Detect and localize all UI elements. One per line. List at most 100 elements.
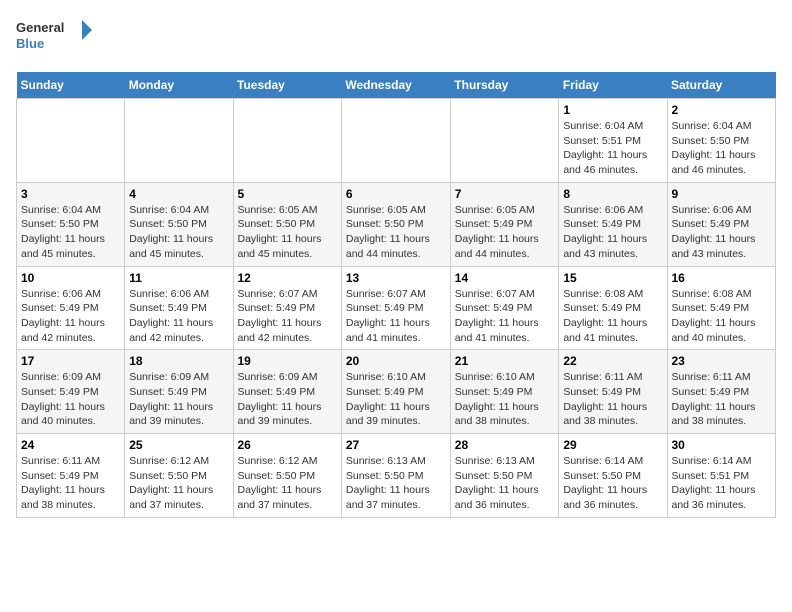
page-header: General Blue <box>16 16 776 60</box>
day-number: 25 <box>129 438 228 452</box>
cell-info: Sunrise: 6:13 AMSunset: 5:50 PMDaylight:… <box>455 454 555 513</box>
day-number: 29 <box>563 438 662 452</box>
cell-info: Sunrise: 6:04 AMSunset: 5:50 PMDaylight:… <box>672 119 772 178</box>
day-number: 3 <box>21 187 120 201</box>
day-number: 7 <box>455 187 555 201</box>
cell-info: Sunrise: 6:10 AMSunset: 5:49 PMDaylight:… <box>455 370 555 429</box>
calendar-cell: 12 Sunrise: 6:07 AMSunset: 5:49 PMDayligh… <box>233 266 341 350</box>
calendar-cell: 3 Sunrise: 6:04 AMSunset: 5:50 PMDaylight… <box>17 182 125 266</box>
calendar-cell: 8 Sunrise: 6:06 AMSunset: 5:49 PMDaylight… <box>559 182 667 266</box>
cell-info: Sunrise: 6:11 AMSunset: 5:49 PMDaylight:… <box>672 370 772 429</box>
col-header-sunday: Sunday <box>17 72 125 99</box>
day-number: 2 <box>672 103 772 117</box>
col-header-thursday: Thursday <box>450 72 559 99</box>
day-number: 19 <box>238 354 337 368</box>
day-number: 30 <box>672 438 772 452</box>
calendar-cell: 28 Sunrise: 6:13 AMSunset: 5:50 PMDayligh… <box>450 434 559 518</box>
day-number: 4 <box>129 187 228 201</box>
day-number: 23 <box>672 354 772 368</box>
cell-info: Sunrise: 6:06 AMSunset: 5:49 PMDaylight:… <box>21 287 120 346</box>
calendar-cell: 15 Sunrise: 6:08 AMSunset: 5:49 PMDayligh… <box>559 266 667 350</box>
cell-info: Sunrise: 6:04 AMSunset: 5:50 PMDaylight:… <box>129 203 228 262</box>
calendar-cell: 10 Sunrise: 6:06 AMSunset: 5:49 PMDayligh… <box>17 266 125 350</box>
day-number: 1 <box>563 103 662 117</box>
day-number: 26 <box>238 438 337 452</box>
day-number: 11 <box>129 271 228 285</box>
calendar-cell: 6Sunrise: 6:05 AMSunset: 5:50 PMDaylight… <box>341 182 450 266</box>
day-number: 27 <box>346 438 446 452</box>
day-number: 24 <box>21 438 120 452</box>
calendar-cell: 13Sunrise: 6:07 AMSunset: 5:49 PMDayligh… <box>341 266 450 350</box>
svg-text:Blue: Blue <box>16 36 44 51</box>
calendar-cell: 7 Sunrise: 6:05 AMSunset: 5:49 PMDaylight… <box>450 182 559 266</box>
calendar-cell: 2 Sunrise: 6:04 AMSunset: 5:50 PMDaylight… <box>667 99 776 183</box>
day-number: 20 <box>346 354 446 368</box>
calendar-cell <box>125 99 233 183</box>
calendar-cell: 4 Sunrise: 6:04 AMSunset: 5:50 PMDaylight… <box>125 182 233 266</box>
cell-info: Sunrise: 6:13 AMSunset: 5:50 PMDaylight:… <box>346 454 446 513</box>
calendar-cell: 27 Sunrise: 6:13 AMSunset: 5:50 PMDayligh… <box>341 434 450 518</box>
day-number: 17 <box>21 354 120 368</box>
day-number: 15 <box>563 271 662 285</box>
calendar-cell: 17 Sunrise: 6:09 AMSunset: 5:49 PMDayligh… <box>17 350 125 434</box>
calendar-cell: 20 Sunrise: 6:10 AMSunset: 5:49 PMDayligh… <box>341 350 450 434</box>
calendar-cell: 9 Sunrise: 6:06 AMSunset: 5:49 PMDaylight… <box>667 182 776 266</box>
cell-info: Sunrise: 6:04 AMSunset: 5:50 PMDaylight:… <box>21 203 120 262</box>
cell-info: Sunrise: 6:06 AMSunset: 5:49 PMDaylight:… <box>563 203 662 262</box>
day-number: 9 <box>672 187 772 201</box>
cell-info: Sunrise: 6:08 AMSunset: 5:49 PMDaylight:… <box>563 287 662 346</box>
day-number: 28 <box>455 438 555 452</box>
calendar-cell: 25 Sunrise: 6:12 AMSunset: 5:50 PMDayligh… <box>125 434 233 518</box>
cell-info: Sunrise: 6:09 AMSunset: 5:49 PMDaylight:… <box>129 370 228 429</box>
cell-info: Sunrise: 6:06 AMSunset: 5:49 PMDaylight:… <box>129 287 228 346</box>
calendar-cell <box>17 99 125 183</box>
day-number: 16 <box>672 271 772 285</box>
calendar-cell <box>233 99 341 183</box>
cell-info: Sunrise: 6:11 AMSunset: 5:49 PMDaylight:… <box>21 454 120 513</box>
calendar-cell <box>341 99 450 183</box>
day-number: 13 <box>346 271 446 285</box>
calendar-cell: 24 Sunrise: 6:11 AMSunset: 5:49 PMDayligh… <box>17 434 125 518</box>
cell-info: Sunrise: 6:08 AMSunset: 5:49 PMDaylight:… <box>672 287 772 346</box>
svg-text:General: General <box>16 20 64 35</box>
col-header-saturday: Saturday <box>667 72 776 99</box>
cell-info: Sunrise: 6:09 AMSunset: 5:49 PMDaylight:… <box>238 370 337 429</box>
cell-info: Sunrise: 6:12 AMSunset: 5:50 PMDaylight:… <box>129 454 228 513</box>
logo-svg: General Blue <box>16 16 96 60</box>
calendar-cell: 16 Sunrise: 6:08 AMSunset: 5:49 PMDayligh… <box>667 266 776 350</box>
day-number: 14 <box>455 271 555 285</box>
calendar-cell: 29 Sunrise: 6:14 AMSunset: 5:50 PMDayligh… <box>559 434 667 518</box>
logo: General Blue <box>16 16 96 60</box>
day-number: 18 <box>129 354 228 368</box>
col-header-friday: Friday <box>559 72 667 99</box>
calendar-cell: 18 Sunrise: 6:09 AMSunset: 5:49 PMDayligh… <box>125 350 233 434</box>
day-number: 5 <box>238 187 337 201</box>
calendar-cell: 14 Sunrise: 6:07 AMSunset: 5:49 PMDayligh… <box>450 266 559 350</box>
calendar-cell: 11 Sunrise: 6:06 AMSunset: 5:49 PMDayligh… <box>125 266 233 350</box>
cell-info: Sunrise: 6:05 AMSunset: 5:50 PMDaylight:… <box>346 203 446 262</box>
cell-info: Sunrise: 6:09 AMSunset: 5:49 PMDaylight:… <box>21 370 120 429</box>
cell-info: Sunrise: 6:05 AMSunset: 5:49 PMDaylight:… <box>455 203 555 262</box>
calendar-table: SundayMondayTuesdayWednesdayThursdayFrid… <box>16 72 776 518</box>
calendar-cell: 23 Sunrise: 6:11 AMSunset: 5:49 PMDayligh… <box>667 350 776 434</box>
calendar-cell: 22Sunrise: 6:11 AMSunset: 5:49 PMDayligh… <box>559 350 667 434</box>
day-number: 8 <box>563 187 662 201</box>
cell-info: Sunrise: 6:14 AMSunset: 5:51 PMDaylight:… <box>672 454 772 513</box>
col-header-wednesday: Wednesday <box>341 72 450 99</box>
calendar-cell: 5Sunrise: 6:05 AMSunset: 5:50 PMDaylight… <box>233 182 341 266</box>
col-header-tuesday: Tuesday <box>233 72 341 99</box>
calendar-cell: 1 Sunrise: 6:04 AMSunset: 5:51 PMDaylight… <box>559 99 667 183</box>
day-number: 10 <box>21 271 120 285</box>
cell-info: Sunrise: 6:14 AMSunset: 5:50 PMDaylight:… <box>563 454 662 513</box>
cell-info: Sunrise: 6:12 AMSunset: 5:50 PMDaylight:… <box>238 454 337 513</box>
col-header-monday: Monday <box>125 72 233 99</box>
calendar-cell: 30 Sunrise: 6:14 AMSunset: 5:51 PMDayligh… <box>667 434 776 518</box>
cell-info: Sunrise: 6:10 AMSunset: 5:49 PMDaylight:… <box>346 370 446 429</box>
calendar-cell: 19 Sunrise: 6:09 AMSunset: 5:49 PMDayligh… <box>233 350 341 434</box>
day-number: 21 <box>455 354 555 368</box>
cell-info: Sunrise: 6:07 AMSunset: 5:49 PMDaylight:… <box>455 287 555 346</box>
cell-info: Sunrise: 6:04 AMSunset: 5:51 PMDaylight:… <box>563 119 662 178</box>
day-number: 12 <box>238 271 337 285</box>
cell-info: Sunrise: 6:07 AMSunset: 5:49 PMDaylight:… <box>238 287 337 346</box>
cell-info: Sunrise: 6:06 AMSunset: 5:49 PMDaylight:… <box>672 203 772 262</box>
